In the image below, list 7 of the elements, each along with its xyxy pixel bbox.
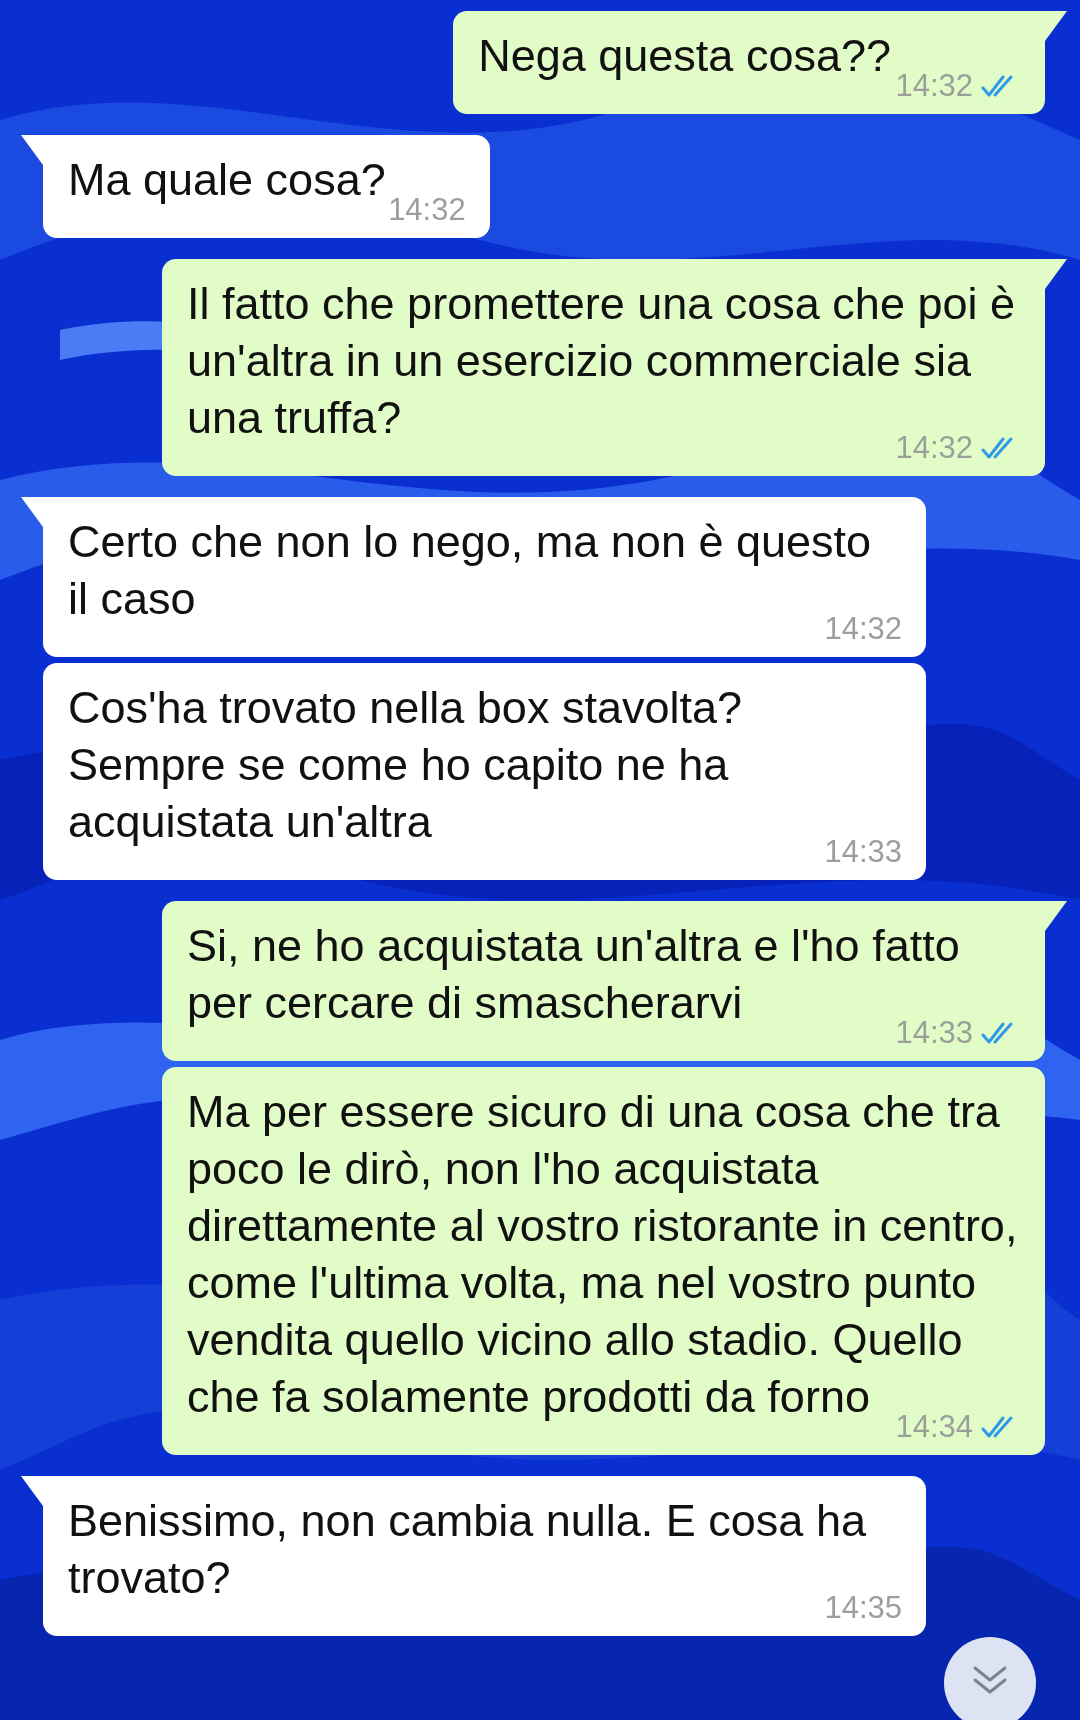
- message-time: 14:33: [824, 834, 902, 870]
- message-time: 14:32: [895, 68, 973, 104]
- message-text: Ma quale cosa?: [68, 153, 387, 207]
- message-time: 14:32: [388, 192, 466, 228]
- message-text: Nega questa cosa??: [478, 29, 892, 83]
- double-chevron-down-icon: [972, 1665, 1008, 1695]
- message-text: Cos'ha trovato nella box stavolta? Sempre se come ho capito ne ha acquistata un'altra: [68, 681, 743, 849]
